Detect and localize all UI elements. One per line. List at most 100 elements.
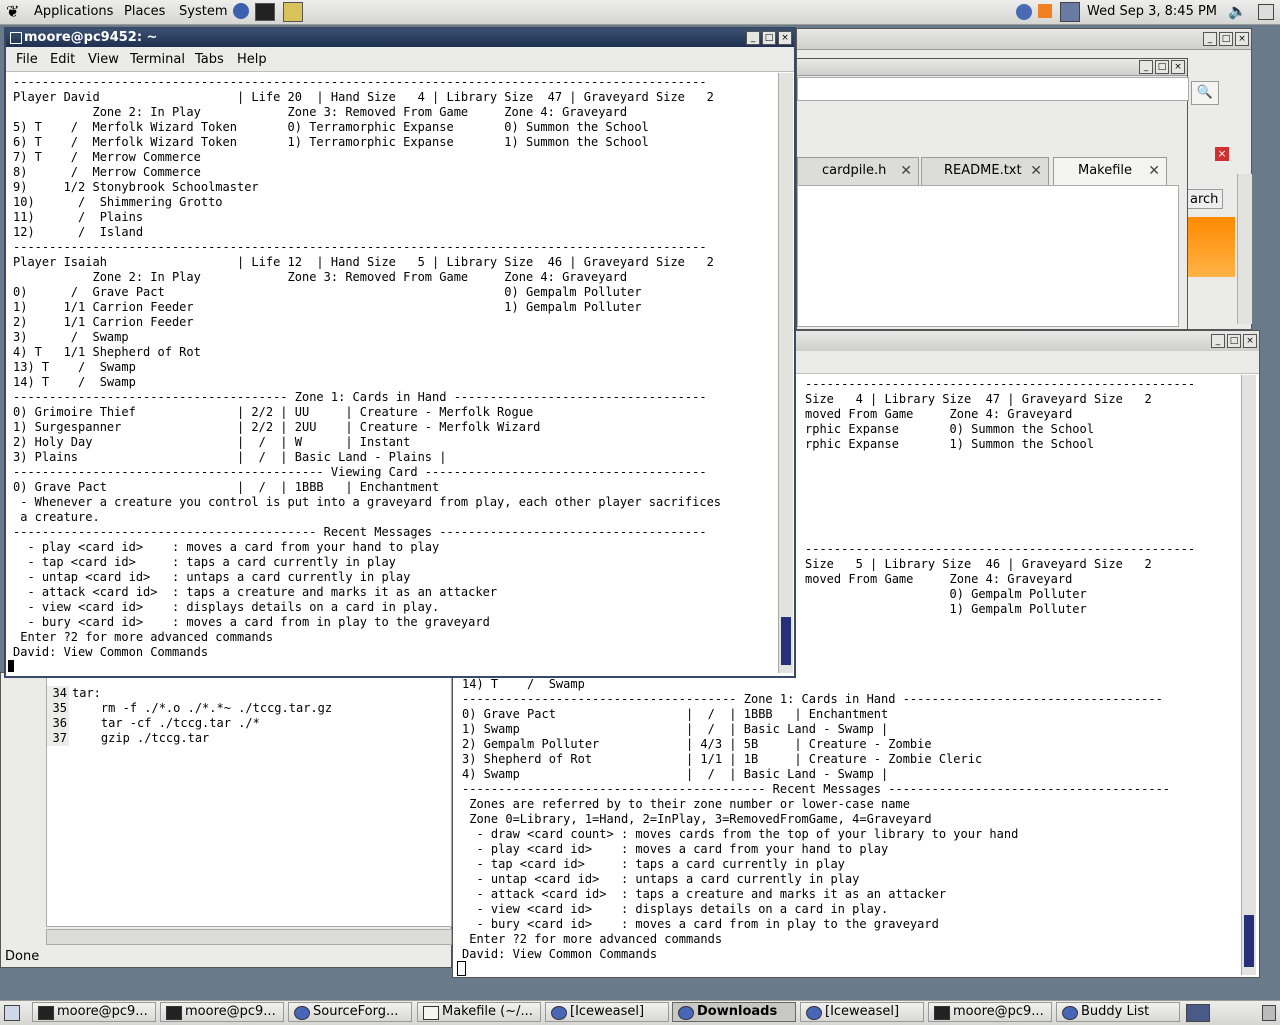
- browser-icon: [294, 1006, 310, 1020]
- tab-readme[interactable]: README.txt ✕: [921, 157, 1049, 185]
- terminal-cursor: [457, 961, 466, 976]
- maximize-button[interactable]: □: [1155, 60, 1169, 74]
- maximize-button[interactable]: □: [1219, 32, 1233, 46]
- clock[interactable]: Wed Sep 3, 8:45 PM: [1087, 4, 1217, 19]
- terminal-line: 12) / Island: [13, 225, 144, 239]
- browser-icon: [806, 1006, 822, 1020]
- taskbar-button[interactable]: [Iceweasel]: [545, 1002, 669, 1022]
- close-tab-icon[interactable]: ×: [1215, 147, 1229, 161]
- close-icon[interactable]: ✕: [1030, 158, 1042, 184]
- makefile-editor-window: 34 35 36 37 tar: rm -f ./*.o ./*.*~ ./tccg.…: [0, 672, 452, 968]
- applications-menu[interactable]: Applications: [34, 4, 113, 19]
- minimize-button[interactable]: _: [1211, 334, 1225, 348]
- taskbar-button[interactable]: moore@pc9...: [32, 1002, 156, 1022]
- scrollbar-thumb[interactable]: [1244, 915, 1254, 967]
- maximize-button[interactable]: □: [1227, 334, 1241, 348]
- terminal-back-scrollbar[interactable]: [1241, 375, 1256, 975]
- network-icon[interactable]: [1060, 2, 1080, 22]
- terminal-line: 0) Grave Pact | / | 1BBB | Enchantment: [462, 707, 889, 721]
- close-icon[interactable]: ✕: [1148, 158, 1160, 184]
- menu-terminal[interactable]: Terminal: [130, 52, 185, 67]
- terminal-line: rphic Expanse 1) Summon the School: [805, 437, 1094, 451]
- editor-tabbar: cardpile.h ✕ README.txt ✕ Makefile ✕: [797, 157, 1189, 185]
- workspace-switcher[interactable]: [1186, 1004, 1210, 1022]
- browser-icon: [678, 1006, 694, 1020]
- tab-label: README.txt: [944, 163, 1022, 178]
- terminal-line: 1) Surgespanner | 2/2 | 2UU | Creature -…: [13, 420, 541, 434]
- taskbar-label: Downloads: [697, 1004, 778, 1019]
- system-menu[interactable]: System: [179, 4, 227, 19]
- notification-icon[interactable]: [1038, 4, 1052, 18]
- terminal-line: 4) T 1/1 Shepherd of Rot: [13, 345, 201, 359]
- close-button[interactable]: ×: [1235, 32, 1249, 46]
- minimize-button[interactable]: _: [746, 31, 760, 45]
- show-desktop-icon[interactable]: [1258, 4, 1274, 20]
- trash-icon[interactable]: [1262, 1005, 1276, 1021]
- close-button[interactable]: ×: [1171, 60, 1185, 74]
- taskbar-button[interactable]: Downloads: [672, 1002, 796, 1022]
- search-icon[interactable]: 🔍: [1191, 81, 1219, 105]
- menu-edit[interactable]: Edit: [50, 52, 75, 67]
- editor-text-area[interactable]: [797, 185, 1179, 327]
- close-button[interactable]: ×: [778, 31, 792, 45]
- taskbar-button[interactable]: Makefile (~/...: [417, 1002, 541, 1022]
- taskbar-label: [Iceweasel]: [570, 1004, 645, 1019]
- update-icon[interactable]: [1016, 4, 1032, 20]
- tab-label: Makefile: [1078, 163, 1133, 178]
- terminal-line: - tap <card id> : taps a card currently …: [462, 857, 845, 871]
- terminal-line: - play <card id> : moves a card from you…: [13, 540, 440, 554]
- terminal-icon: [166, 1006, 182, 1020]
- menu-tabs[interactable]: Tabs: [195, 52, 224, 67]
- menu-view[interactable]: View: [88, 52, 119, 67]
- taskbar-button[interactable]: [Iceweasel]: [800, 1002, 924, 1022]
- minimize-button[interactable]: _: [1139, 60, 1153, 74]
- terminal-line: ----------------------------------------…: [462, 782, 1171, 796]
- terminal-line: - untap <card id> : untaps a card curren…: [462, 872, 860, 886]
- close-button[interactable]: ×: [1243, 334, 1257, 348]
- terminal-icon: [38, 1006, 54, 1020]
- gnome-foot-icon[interactable]: ❦: [6, 2, 19, 21]
- code-line: rm -f ./*.o ./*.*~ ./tccg.tar.gz: [72, 701, 333, 715]
- code-line: tar -cf ./tccg.tar ./*: [72, 716, 260, 730]
- terminal-launcher-icon[interactable]: [255, 3, 275, 21]
- terminal-front-scrollbar[interactable]: [778, 73, 793, 673]
- taskbar-button[interactable]: Buddy List: [1056, 1002, 1180, 1022]
- terminal-front-output[interactable]: ----------------------------------------…: [13, 75, 721, 660]
- code-line: gzip ./tccg.tar: [72, 731, 210, 745]
- taskbar-button[interactable]: moore@pc9...: [928, 1002, 1052, 1022]
- close-icon[interactable]: ✕: [900, 158, 912, 184]
- terminal-line: -------------------------------------- Z…: [462, 692, 1163, 706]
- tab-makefile[interactable]: Makefile ✕: [1053, 157, 1167, 185]
- show-desktop-icon[interactable]: [4, 1005, 20, 1021]
- places-menu[interactable]: Places: [124, 4, 165, 19]
- terminal-front-titlebar[interactable]: moore@pc9452: ~ _ □ ×: [6, 29, 794, 48]
- horizontal-scrollbar[interactable]: [46, 929, 452, 945]
- taskbar-label: Makefile (~/...: [442, 1004, 533, 1019]
- terminal-line: 3) Plains | / | Basic Land - Plains |: [13, 450, 447, 464]
- taskbar-button[interactable]: SourceForg...: [288, 1002, 412, 1022]
- line-number: 37: [52, 731, 67, 745]
- terminal-line: David: View Common Commands: [13, 645, 209, 659]
- page-banner: [1187, 217, 1235, 277]
- menu-help[interactable]: Help: [237, 52, 267, 67]
- menu-file[interactable]: File: [16, 52, 38, 67]
- terminal-line: Zone 2: In Play Zone 3: Removed From Gam…: [13, 105, 628, 119]
- browser-launcher-icon[interactable]: [233, 3, 249, 19]
- search-button[interactable]: arch: [1187, 189, 1223, 209]
- scrollbar-thumb[interactable]: [781, 617, 791, 665]
- terminal-back-output-mid: ----------------------------------------…: [805, 542, 1195, 617]
- browser-scrollbar[interactable]: [1237, 174, 1252, 324]
- terminal-line: 2) 1/1 Carrion Feeder: [13, 315, 194, 329]
- volume-icon[interactable]: 🔈: [1228, 2, 1247, 20]
- editor-window: _ □ × cardpile.h ✕ README.txt ✕ Makefile ✕: [796, 58, 1189, 330]
- top-panel: ❦ Applications Places System Wed Sep 3, …: [0, 0, 1280, 25]
- lock-launcher-icon[interactable]: [283, 2, 303, 22]
- taskbar-button[interactable]: moore@pc9...: [160, 1002, 284, 1022]
- minimize-button[interactable]: _: [1203, 32, 1217, 46]
- maximize-button[interactable]: □: [762, 31, 776, 45]
- makefile-code[interactable]: tar: rm -f ./*.o ./*.*~ ./tccg.tar.gz ta…: [72, 686, 332, 746]
- editor-address-field[interactable]: [797, 77, 1189, 101]
- tab-cardpile[interactable]: cardpile.h ✕: [797, 157, 919, 185]
- makefile-text-area[interactable]: 34 35 36 37 tar: rm -f ./*.o ./*.*~ ./tccg.…: [46, 677, 452, 927]
- terminal-line: 13) T / Swamp: [13, 360, 136, 374]
